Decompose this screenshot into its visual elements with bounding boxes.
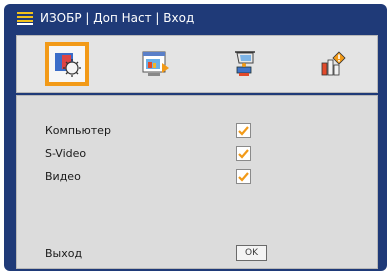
display-setup-icon (142, 51, 169, 76)
menu-icon (16, 10, 34, 26)
check-icon (238, 126, 249, 136)
osd-menu: ИЗОБР | Доп Наст | Вход Компьютер S-Vide… (4, 4, 387, 271)
input-label-video: Видео (45, 170, 81, 183)
checkbox-video[interactable] (236, 169, 251, 184)
tab-display[interactable] (133, 42, 177, 86)
checkbox-computer[interactable] (236, 123, 251, 138)
check-icon (238, 149, 249, 159)
input-label-svideo: S-Video (45, 147, 87, 160)
exit-label: Выход (45, 247, 83, 260)
input-label-computer: Компьютер (45, 124, 111, 137)
ok-button[interactable]: OK (236, 245, 267, 261)
tab-installation[interactable] (222, 42, 266, 86)
image-settings-icon (55, 53, 81, 77)
checkbox-svideo[interactable] (236, 146, 251, 161)
tab-image[interactable] (45, 42, 89, 86)
check-icon (238, 172, 249, 182)
tab-info[interactable] (310, 42, 354, 86)
installation-icon (235, 51, 255, 76)
page-title: ИЗОБР | Доп Наст | Вход (40, 11, 195, 25)
tab-bar (16, 35, 378, 93)
info-icon (321, 51, 346, 76)
input-settings-panel: Компьютер S-Video Видео Выход OK (16, 95, 378, 269)
title-bar: ИЗОБР | Доп Наст | Вход (4, 4, 387, 32)
